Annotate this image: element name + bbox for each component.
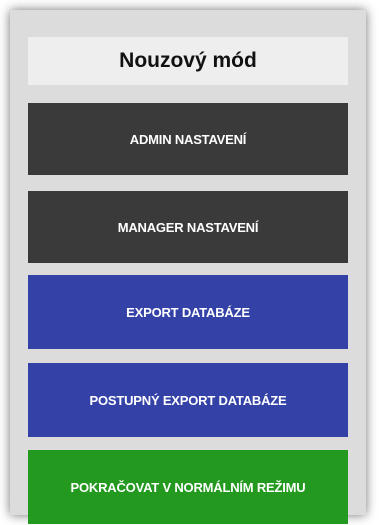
incremental-export-database-button[interactable]: POSTUPNÝ EXPORT DATABÁZE [28, 363, 348, 437]
admin-settings-button[interactable]: ADMIN NASTAVENÍ [28, 103, 348, 175]
emergency-mode-dialog: Nouzový mód ADMIN NASTAVENÍ MANAGER NAST… [10, 10, 366, 524]
dialog-title: Nouzový mód [28, 37, 348, 85]
export-database-button[interactable]: EXPORT DATABÁZE [28, 275, 348, 349]
continue-normal-mode-button[interactable]: POKRAČOVAT V NORMÁLNÍM REŽIMU [28, 450, 348, 524]
manager-settings-button[interactable]: MANAGER NASTAVENÍ [28, 191, 348, 263]
